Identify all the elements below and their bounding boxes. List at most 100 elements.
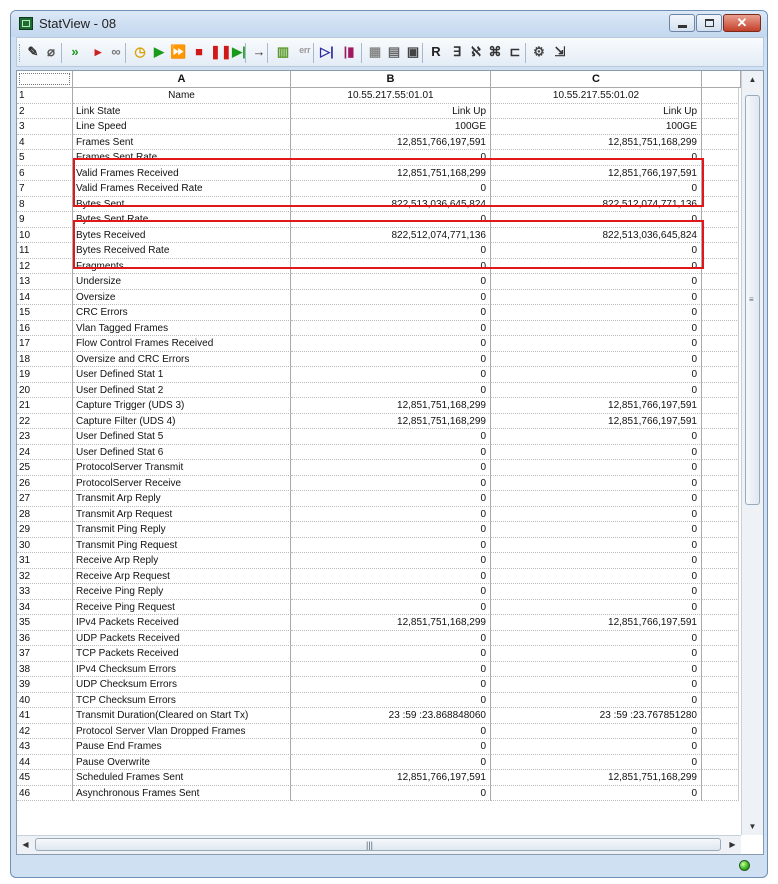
stat-name-cell[interactable]: Name xyxy=(73,88,291,104)
row-number[interactable]: 21 xyxy=(17,398,73,414)
empty-cell[interactable] xyxy=(702,677,739,693)
port-b-value-cell[interactable]: 0 xyxy=(291,305,491,321)
stat-name-cell[interactable]: Fragments xyxy=(73,258,291,274)
port-c-value-cell[interactable]: 0 xyxy=(491,553,702,569)
port-b-value-cell[interactable]: 12,851,766,197,591 xyxy=(291,134,491,150)
empty-cell[interactable] xyxy=(702,444,739,460)
port-c-value-cell[interactable]: 0 xyxy=(491,739,702,755)
table-row[interactable]: 5 Frames Sent Rate 0 0 xyxy=(17,150,739,166)
stat-name-cell[interactable]: Transmit Ping Reply xyxy=(73,522,291,538)
port-b-value-cell[interactable]: 0 xyxy=(291,460,491,476)
row-number[interactable]: 40 xyxy=(17,692,73,708)
port-b-value-cell[interactable]: 0 xyxy=(291,537,491,553)
row-number[interactable]: 33 xyxy=(17,584,73,600)
port-b-value-cell[interactable]: 0 xyxy=(291,661,491,677)
port-c-value-cell[interactable]: 0 xyxy=(491,754,702,770)
stat-name-cell[interactable]: Scheduled Frames Sent xyxy=(73,770,291,786)
port-b-value-cell[interactable]: 0 xyxy=(291,785,491,801)
run-all-icon[interactable]: » xyxy=(67,44,83,60)
port-c-value-cell[interactable]: 12,851,766,197,591 xyxy=(491,615,702,631)
row-number[interactable]: 32 xyxy=(17,568,73,584)
port-b-value-cell[interactable]: Link Up xyxy=(291,103,491,119)
port-c-value-cell[interactable]: 0 xyxy=(491,677,702,693)
port-b-value-cell[interactable]: 0 xyxy=(291,677,491,693)
properties-icon[interactable]: ▤ xyxy=(386,44,402,60)
stat-name-cell[interactable]: UDP Checksum Errors xyxy=(73,677,291,693)
port-b-value-cell[interactable]: 0 xyxy=(291,150,491,166)
port-c-value-cell[interactable]: 0 xyxy=(491,584,702,600)
empty-cell[interactable] xyxy=(702,460,739,476)
port-b-value-cell[interactable]: 0 xyxy=(291,320,491,336)
fast-forward-icon[interactable]: ⏩ xyxy=(170,44,186,60)
empty-cell[interactable] xyxy=(702,212,739,228)
table-row[interactable]: 23 User Defined Stat 500 xyxy=(17,429,739,445)
row-number[interactable]: 17 xyxy=(17,336,73,352)
empty-cell[interactable] xyxy=(702,646,739,662)
close-button[interactable]: ✕ xyxy=(723,14,761,32)
port-b-value-cell[interactable]: 0 xyxy=(291,367,491,383)
empty-cell[interactable] xyxy=(702,615,739,631)
empty-cell[interactable] xyxy=(702,568,739,584)
port-c-value-cell[interactable]: 0 xyxy=(491,429,702,445)
stat-name-cell[interactable]: Capture Filter (UDS 4) xyxy=(73,413,291,429)
table-row[interactable]: 42 Protocol Server Vlan Dropped Frames 0 0 xyxy=(17,723,739,739)
row-number[interactable]: 42 xyxy=(17,723,73,739)
column-header-b[interactable]: B xyxy=(291,71,491,88)
port-c-value-cell[interactable]: 0 xyxy=(491,646,702,662)
row-number[interactable]: 27 xyxy=(17,491,73,507)
pencil-icon[interactable]: ✎ xyxy=(25,44,41,60)
empty-cell[interactable] xyxy=(702,491,739,507)
minimize-button[interactable] xyxy=(669,14,695,32)
properties-edit-icon[interactable]: ▣ xyxy=(405,44,421,60)
table-row[interactable]: 24 User Defined Stat 600 xyxy=(17,444,739,460)
port-b-value-cell[interactable]: 0 xyxy=(291,739,491,755)
empty-cell[interactable] xyxy=(702,661,739,677)
empty-cell[interactable] xyxy=(702,196,739,212)
start-capture-icon[interactable]: ▷| xyxy=(319,44,335,60)
port-b-value-cell[interactable]: 0 xyxy=(291,429,491,445)
stat-name-cell[interactable]: IPv4 Packets Received xyxy=(73,615,291,631)
port-b-value-cell[interactable]: 0 xyxy=(291,692,491,708)
port-b-value-cell[interactable]: 0 xyxy=(291,506,491,522)
table-row[interactable]: 15 CRC Errors 0 0 xyxy=(17,305,739,321)
stat-name-cell[interactable]: Frames Sent Rate xyxy=(73,150,291,166)
table-row[interactable]: 43 Pause End Frames 0 0 xyxy=(17,739,739,755)
row-number[interactable]: 9 xyxy=(17,212,73,228)
table-row[interactable]: 27 Transmit Arp Reply 0 0 xyxy=(17,491,739,507)
empty-cell[interactable] xyxy=(702,336,739,352)
table-row[interactable]: 17 Flow Control Frames Received 0 0 xyxy=(17,336,739,352)
port-c-value-cell[interactable]: 0 xyxy=(491,444,702,460)
port-c-value-cell[interactable]: 12,851,766,197,591 xyxy=(491,413,702,429)
table-row[interactable]: 36 UDP Packets Received 0 0 xyxy=(17,630,739,646)
port-c-value-cell[interactable]: 0 xyxy=(491,723,702,739)
binoculars-icon[interactable]: ∞ xyxy=(108,44,124,60)
stat-name-cell[interactable]: Oversize xyxy=(73,289,291,305)
expand-icon[interactable]: ⊏ xyxy=(507,44,523,60)
empty-cell[interactable] xyxy=(702,227,739,243)
stat-name-cell[interactable]: Bytes Received xyxy=(73,227,291,243)
row-number[interactable]: 10 xyxy=(17,227,73,243)
port-c-value-cell[interactable]: 0 xyxy=(491,506,702,522)
empty-cell[interactable] xyxy=(702,413,739,429)
row-number[interactable]: 34 xyxy=(17,599,73,615)
chart-icon[interactable]: ▥ xyxy=(275,44,291,60)
empty-cell[interactable] xyxy=(702,119,739,135)
table-row[interactable]: 6 Valid Frames Received 12,851,751,168,299… xyxy=(17,165,739,181)
table-row[interactable]: 18 Oversize and CRC Errors 0 0 xyxy=(17,351,739,367)
table-row[interactable]: 10 Bytes Received 822,512,074,771,136 822,5… xyxy=(17,227,739,243)
stat-name-cell[interactable]: Oversize and CRC Errors xyxy=(73,351,291,367)
port-c-value-cell[interactable]: 0 xyxy=(491,305,702,321)
row-number[interactable]: 24 xyxy=(17,444,73,460)
tree-icon[interactable]: ⌘ xyxy=(487,44,503,60)
row-number[interactable]: 36 xyxy=(17,630,73,646)
stat-name-cell[interactable]: Vlan Tagged Frames xyxy=(73,320,291,336)
port-b-value-cell[interactable]: 0 xyxy=(291,243,491,259)
table-row[interactable]: 22 Capture Filter (UDS 4) 12,851,751,168,2… xyxy=(17,413,739,429)
empty-cell[interactable] xyxy=(702,305,739,321)
empty-cell[interactable] xyxy=(702,134,739,150)
reset-icon[interactable]: R xyxy=(428,44,444,60)
table-row[interactable]: 8 Bytes Sent 822,513,036,645,824 822,512,07… xyxy=(17,196,739,212)
stat-name-cell[interactable]: TCP Packets Received xyxy=(73,646,291,662)
grid-icon[interactable]: ▦ xyxy=(367,44,383,60)
stat-name-cell[interactable]: CRC Errors xyxy=(73,305,291,321)
